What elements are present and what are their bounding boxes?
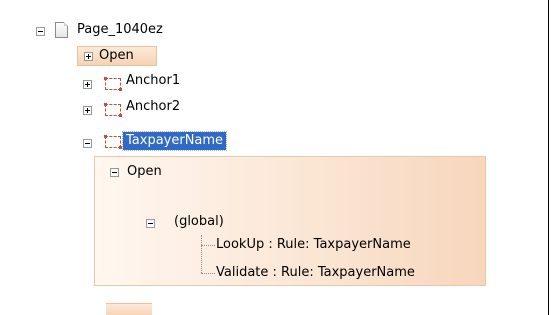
root-node-label[interactable]: Page_1040ez bbox=[77, 21, 163, 39]
page-icon bbox=[55, 22, 68, 38]
taxpayername-label-selected[interactable]: TaxpayerName bbox=[121, 131, 228, 151]
vertical-scrollbar[interactable] bbox=[549, 0, 558, 315]
expand-open-toggle[interactable] bbox=[84, 52, 93, 61]
collapse-taxpayername-toggle[interactable] bbox=[83, 139, 92, 148]
tree-connector-line bbox=[201, 245, 215, 246]
tree-connector-line bbox=[201, 235, 202, 273]
collapse-root-toggle[interactable] bbox=[36, 27, 45, 36]
expand-anchor2-toggle[interactable] bbox=[83, 106, 92, 115]
anchor-region-icon bbox=[104, 77, 122, 91]
tree-connector-line bbox=[201, 273, 215, 274]
open-event-label: Open bbox=[127, 164, 162, 179]
collapse-global-toggle[interactable] bbox=[146, 219, 155, 228]
tree-view[interactable]: Page_1040ez Open Anchor1 Anchor2 Taxpaye… bbox=[0, 0, 549, 315]
partial-next-node bbox=[106, 303, 152, 315]
taxpayername-open-event-panel: Open (global) LookUp : Rule: TaxpayerNam… bbox=[94, 156, 486, 286]
collapse-open-event-toggle[interactable] bbox=[110, 168, 119, 177]
anchor2-label[interactable]: Anchor2 bbox=[126, 98, 180, 116]
open-event-node[interactable]: Open bbox=[77, 46, 157, 66]
validate-rule-item[interactable]: Validate : Rule: TaxpayerName bbox=[216, 264, 415, 282]
anchor-region-icon bbox=[104, 103, 122, 117]
anchor-region-icon bbox=[104, 135, 122, 149]
open-event-label: Open bbox=[99, 48, 134, 63]
anchor1-label[interactable]: Anchor1 bbox=[126, 72, 180, 90]
global-scope-label: (global) bbox=[174, 214, 224, 229]
expand-anchor1-toggle[interactable] bbox=[83, 80, 92, 89]
lookup-rule-item[interactable]: LookUp : Rule: TaxpayerName bbox=[216, 236, 411, 254]
